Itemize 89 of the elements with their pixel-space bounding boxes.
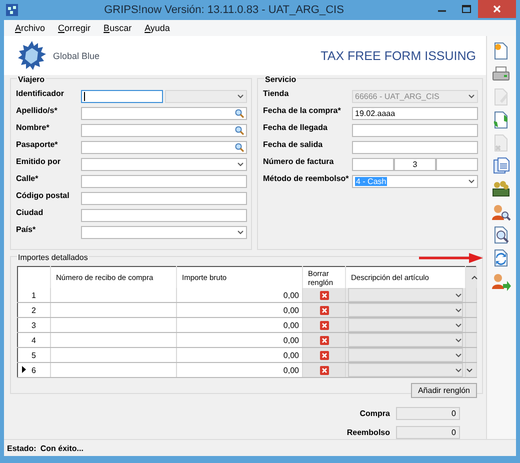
menu-item[interactable]: Ayuda [144, 23, 170, 33]
maximize-icon [462, 5, 470, 13]
field-label: Identificador [16, 89, 66, 98]
table-cell[interactable]: 0,00 [176, 332, 302, 348]
field-value: 66666 - UAT_ARG_CIS [355, 92, 440, 100]
close-button[interactable] [478, 0, 516, 18]
field-label: Fecha de la compra* [263, 106, 342, 115]
input-field[interactable]: 3 [394, 158, 436, 170]
table-cell[interactable]: 0,00 [176, 348, 302, 362]
window-title: GRIPS!now Versión: 13.11.0.83 - UAT_ARG_CIS [103, 4, 345, 16]
input-field[interactable] [81, 140, 247, 154]
logo-icon [16, 40, 48, 72]
row-number: 1 [18, 288, 50, 302]
field-label: Tienda [263, 89, 290, 98]
field-value: 19.02.aaaa [355, 108, 396, 118]
close-icon [493, 5, 501, 13]
row-number: 5 [18, 348, 50, 362]
scroll-down-icon[interactable] [466, 368, 473, 372]
menu-item[interactable]: Archivo [15, 23, 46, 33]
brand-name: Global Blue [53, 50, 101, 60]
user-search-icon[interactable] [492, 203, 511, 222]
field-label: Fecha de salida [263, 140, 324, 149]
status-text: Con éxito... [40, 444, 84, 452]
field-label: Pasaporte* [16, 140, 59, 149]
search-icon[interactable] [235, 108, 244, 118]
app-icon [6, 4, 18, 16]
row-number: 2 [18, 302, 50, 318]
page-title: TAX FREE FORM ISSUING [320, 48, 476, 62]
delete-icon[interactable] [320, 366, 328, 374]
table-cell[interactable]: 0,00 [176, 288, 302, 302]
documents-icon[interactable] [492, 157, 511, 176]
input-field[interactable]: 19.02.aaaa [352, 106, 478, 120]
table-cell[interactable] [50, 318, 176, 332]
add-row-button[interactable]: Añadir renglón [411, 383, 477, 398]
arrow-drawing [419, 253, 483, 263]
field-value: 4 - Cash [355, 176, 388, 186]
input-field[interactable] [352, 140, 478, 154]
total-label: Reembolso [346, 428, 390, 437]
field-label: Apellido/s* [16, 106, 58, 115]
group-title: Viajero [17, 75, 46, 84]
row-number: 6 [18, 362, 50, 378]
scroll-up-icon[interactable] [471, 275, 478, 280]
table-cell[interactable]: 0,00 [176, 302, 302, 318]
row-number: 4 [18, 332, 50, 348]
field-label: Número de factura [263, 157, 335, 166]
delete-icon[interactable] [320, 306, 328, 314]
row-number: 3 [18, 318, 50, 332]
search-icon[interactable] [235, 126, 244, 134]
table-cell[interactable]: 0,00 [176, 318, 302, 332]
field-label: Nombre* [16, 123, 50, 132]
table-cell[interactable] [50, 288, 176, 302]
input-field[interactable] [352, 124, 478, 136]
field-label: País* [16, 225, 37, 234]
table-cell[interactable] [50, 332, 176, 348]
money-icon[interactable] [492, 180, 511, 199]
total-field: 0 [396, 426, 460, 439]
row-pointer-icon [22, 366, 26, 373]
delete-icon[interactable] [320, 336, 328, 344]
status-label: Estado: [7, 444, 36, 452]
input-field[interactable] [81, 208, 247, 222]
field-label: Fecha de llegada [263, 123, 328, 132]
input-field[interactable] [81, 106, 247, 120]
table-cell[interactable]: 0,00 [176, 362, 302, 378]
search-icon[interactable] [235, 142, 244, 152]
document-search-icon[interactable] [492, 226, 511, 245]
menu-item[interactable]: Corregir [58, 23, 91, 33]
input-field[interactable] [81, 90, 163, 102]
field-label: Ciudad [16, 208, 44, 217]
input-field[interactable] [352, 158, 394, 170]
table-cell[interactable] [50, 302, 176, 318]
group-title: Servicio [264, 75, 298, 84]
menu-item[interactable]: Buscar [104, 23, 132, 33]
table-cell[interactable] [50, 362, 176, 378]
input-field[interactable] [436, 158, 478, 170]
field-label: Emitido por [16, 157, 62, 166]
total-field: 0 [396, 407, 460, 420]
field-label: Código postal [16, 191, 70, 200]
input-field[interactable] [81, 174, 247, 188]
delete-icon[interactable] [320, 320, 328, 330]
input-field[interactable] [81, 192, 247, 204]
input-field[interactable] [81, 124, 247, 136]
delete-icon[interactable] [320, 350, 328, 360]
user-arrow-icon[interactable] [492, 272, 511, 291]
group-title: Importes detallados [17, 253, 89, 262]
total-label: Compra [360, 409, 390, 418]
field-label: Calle* [16, 174, 40, 183]
field-label: Método de reembolso* [263, 174, 350, 183]
delete-icon[interactable] [320, 290, 328, 300]
table-cell[interactable] [50, 348, 176, 362]
